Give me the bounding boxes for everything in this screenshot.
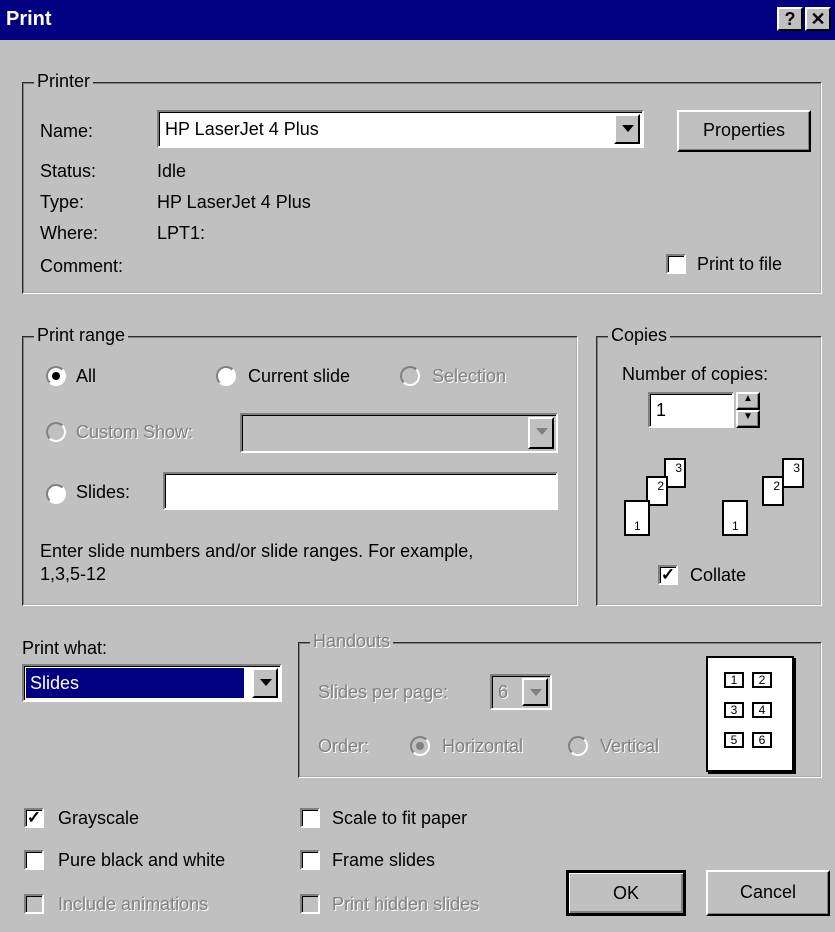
copies-spin-up[interactable]: ▲ bbox=[736, 392, 760, 410]
where-label: Where: bbox=[40, 223, 99, 243]
order-vertical-radio bbox=[568, 736, 588, 756]
handout-cell: 6 bbox=[752, 732, 772, 748]
range-current-slide-label[interactable]: Current slide bbox=[248, 366, 350, 387]
include-animations-label: Include animations bbox=[58, 894, 209, 914]
close-icon: ✕ bbox=[810, 9, 826, 29]
order-vertical-label: Vertical bbox=[600, 736, 660, 756]
spin-up-icon: ▲ bbox=[743, 393, 753, 404]
status-label: Status: bbox=[40, 161, 97, 181]
print-to-file-checkbox[interactable] bbox=[666, 254, 686, 274]
printer-dropdown-button[interactable] bbox=[614, 114, 640, 144]
spin-down-icon: ▼ bbox=[743, 411, 753, 422]
slides-per-page-combo: 6 bbox=[490, 674, 552, 710]
handout-cell: 4 bbox=[752, 702, 772, 718]
pure-black-white-checkbox[interactable] bbox=[24, 850, 44, 870]
slides-per-page-dropdown-button bbox=[522, 678, 548, 706]
range-custom-show-radio bbox=[46, 422, 66, 442]
cancel-button[interactable]: Cancel bbox=[706, 870, 830, 916]
custom-show-dropdown-button bbox=[528, 417, 554, 449]
print-what-dropdown-button[interactable] bbox=[252, 668, 278, 698]
range-current-slide-radio[interactable] bbox=[216, 366, 236, 386]
range-hint-example: 1,3,5-12 bbox=[40, 564, 107, 584]
slides-input[interactable] bbox=[163, 472, 558, 510]
grayscale-checkbox[interactable]: ✓ bbox=[24, 808, 44, 828]
copies-group-label: Copies bbox=[608, 325, 671, 346]
number-of-copies-label: Number of copies: bbox=[622, 364, 769, 384]
title-bar: Print ? ✕ bbox=[0, 0, 835, 40]
printer-group-label: Printer bbox=[34, 71, 94, 92]
scale-to-fit-checkbox[interactable] bbox=[300, 808, 320, 828]
pure-black-white-label[interactable]: Pure black and white bbox=[58, 850, 225, 871]
range-selection-radio bbox=[400, 366, 420, 386]
handouts-group-label: Handouts bbox=[310, 631, 394, 652]
comment-label: Comment: bbox=[40, 256, 124, 276]
order-label: Order: bbox=[318, 736, 370, 756]
copies-input-value: 1 bbox=[656, 400, 667, 420]
status-value: Idle bbox=[157, 161, 187, 181]
scale-to-fit-label[interactable]: Scale to fit paper bbox=[332, 808, 467, 829]
where-value: LPT1: bbox=[157, 223, 206, 243]
print-to-file-label[interactable]: Print to file bbox=[697, 254, 782, 275]
range-selection-label: Selection bbox=[432, 366, 507, 386]
slides-per-page-value: 6 bbox=[498, 682, 509, 702]
type-label: Type: bbox=[40, 192, 85, 212]
print-range-group-label: Print range bbox=[34, 325, 129, 346]
grayscale-label[interactable]: Grayscale bbox=[58, 808, 139, 829]
frame-slides-checkbox[interactable] bbox=[300, 850, 320, 870]
range-slides-radio[interactable] bbox=[46, 484, 66, 504]
order-horizontal-radio bbox=[410, 736, 430, 756]
print-hidden-slides-checkbox bbox=[300, 894, 320, 914]
copies-spin-down[interactable]: ▼ bbox=[736, 410, 760, 428]
handout-cell: 5 bbox=[724, 732, 744, 748]
help-button[interactable]: ? bbox=[777, 7, 803, 31]
type-value: HP LaserJet 4 Plus bbox=[157, 192, 311, 212]
printer-name-combo[interactable]: HP LaserJet 4 Plus bbox=[157, 110, 644, 148]
custom-show-combo bbox=[240, 413, 558, 453]
order-horizontal-label: Horizontal bbox=[442, 736, 524, 756]
close-button[interactable]: ✕ bbox=[805, 7, 831, 31]
handout-cell: 3 bbox=[724, 702, 744, 718]
handout-layout-preview: 1 2 3 4 5 6 bbox=[706, 656, 794, 772]
copies-input[interactable]: 1 bbox=[648, 392, 734, 428]
print-what-label: Print what: bbox=[22, 638, 108, 658]
properties-button[interactable]: Properties bbox=[677, 110, 811, 152]
handout-cell: 1 bbox=[724, 672, 744, 688]
range-all-radio[interactable] bbox=[46, 366, 66, 386]
print-what-value: Slides bbox=[26, 668, 244, 698]
print-what-combo[interactable]: Slides bbox=[22, 664, 282, 702]
collate-label[interactable]: Collate bbox=[690, 565, 746, 586]
print-dialog: Print ? ✕ Printer Name: HP LaserJet 4 Pl… bbox=[0, 0, 835, 932]
handout-cell: 2 bbox=[752, 672, 772, 688]
collate-checkbox[interactable]: ✓ bbox=[658, 565, 678, 585]
range-slides-label[interactable]: Slides: bbox=[76, 482, 130, 503]
range-all-label[interactable]: All bbox=[76, 366, 96, 387]
range-hint: Enter slide numbers and/or slide ranges.… bbox=[40, 541, 474, 561]
help-icon: ? bbox=[784, 9, 796, 29]
slides-per-page-label: Slides per page: bbox=[318, 682, 449, 702]
printer-name-value: HP LaserJet 4 Plus bbox=[165, 119, 319, 139]
frame-slides-label[interactable]: Frame slides bbox=[332, 850, 435, 871]
include-animations-checkbox bbox=[24, 894, 44, 914]
printer-name-label: Name: bbox=[40, 121, 94, 141]
print-hidden-slides-label: Print hidden slides bbox=[332, 894, 480, 914]
dialog-title: Print bbox=[6, 8, 52, 30]
ok-button[interactable]: OK bbox=[566, 870, 686, 916]
range-custom-show-label: Custom Show: bbox=[76, 422, 194, 442]
